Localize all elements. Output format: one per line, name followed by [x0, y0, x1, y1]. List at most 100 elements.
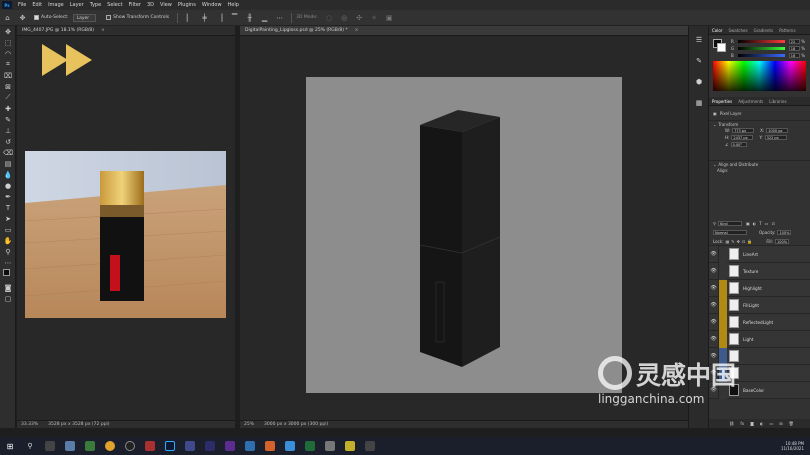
- menu-edit[interactable]: Edit: [29, 2, 45, 8]
- document-tab-painting[interactable]: DigitalPainting_Lipgloss.psd @ 25% (RGB/…: [240, 26, 688, 36]
- layer-row[interactable]: 👁 Texture: [709, 262, 810, 280]
- eyedropper-tool-icon[interactable]: ⟋: [0, 92, 16, 103]
- menu-file[interactable]: File: [15, 2, 29, 8]
- color-spectrum[interactable]: [713, 61, 806, 91]
- document-tab-photo[interactable]: IMG_4407.JPG @ 18.1% (RGB/8) ×: [17, 26, 235, 36]
- menu-3d[interactable]: 3D: [144, 2, 157, 8]
- blue-value[interactable]: 16: [788, 53, 801, 58]
- close-icon[interactable]: ×: [99, 28, 107, 33]
- align-bottom-icon[interactable]: ▁: [260, 13, 269, 22]
- hand-tool-icon[interactable]: ✋: [0, 235, 16, 246]
- painting-canvas[interactable]: [306, 77, 622, 393]
- auto-select-dropdown[interactable]: Layer: [72, 13, 97, 22]
- layer-name[interactable]: Light: [743, 337, 753, 342]
- eye-icon[interactable]: 👁: [709, 296, 719, 314]
- search-icon[interactable]: ⚲: [25, 441, 35, 451]
- tab-properties[interactable]: Properties: [709, 99, 735, 104]
- blur-tool-icon[interactable]: 💧: [0, 169, 16, 180]
- layer-name[interactable]: Texture: [743, 269, 758, 274]
- tab-patterns[interactable]: Patterns: [776, 28, 798, 33]
- app-icon[interactable]: [345, 441, 355, 451]
- green-slider[interactable]: [738, 47, 785, 50]
- lasso-tool-icon[interactable]: ◠: [0, 48, 16, 59]
- task-view-icon[interactable]: [45, 441, 55, 451]
- frame-tool-icon[interactable]: ⊠: [0, 81, 16, 92]
- crop-tool-icon[interactable]: ⌧: [0, 70, 16, 81]
- object-select-tool-icon[interactable]: ⌗: [0, 59, 16, 70]
- adjustment-layer-icon[interactable]: ◐: [760, 421, 764, 426]
- kind-filter-dropdown[interactable]: Kind: [717, 221, 742, 226]
- tab-color[interactable]: Color: [709, 28, 725, 33]
- more-options-icon[interactable]: ⋯: [275, 13, 284, 22]
- app-icon[interactable]: [125, 441, 135, 451]
- move-tool-icon[interactable]: ✥: [0, 26, 16, 37]
- show-transform-checkbox[interactable]: [106, 15, 112, 20]
- align-right-icon[interactable]: ▕: [215, 13, 224, 22]
- red-slider[interactable]: [737, 40, 785, 43]
- menu-select[interactable]: Select: [104, 2, 125, 8]
- menu-plugins[interactable]: Plugins: [175, 2, 199, 8]
- chevron-down-icon[interactable]: ⌄: [713, 162, 716, 167]
- app-icon[interactable]: [205, 441, 215, 451]
- add-mask-icon[interactable]: ◙: [750, 421, 754, 426]
- fx-icon[interactable]: fx: [740, 421, 744, 426]
- app-icon[interactable]: [185, 441, 195, 451]
- layer-name[interactable]: ReflectedLight: [743, 320, 773, 325]
- menu-image[interactable]: Image: [45, 2, 67, 8]
- pen-tool-icon[interactable]: ✒: [0, 191, 16, 202]
- app-icon[interactable]: [305, 441, 315, 451]
- zoom-readout[interactable]: 33.33%: [21, 422, 38, 427]
- lock-all-icon[interactable]: 🔒: [747, 239, 752, 244]
- quick-mask-icon[interactable]: ◙: [0, 282, 16, 293]
- chevron-down-icon[interactable]: ⌄: [713, 122, 716, 127]
- 3d-roll-icon[interactable]: ◎: [340, 13, 349, 22]
- align-left-icon[interactable]: ▏: [185, 13, 194, 22]
- layer-name[interactable]: LineArt: [743, 252, 758, 257]
- app-icon[interactable]: [365, 441, 375, 451]
- app-icon[interactable]: [65, 441, 75, 451]
- trash-icon[interactable]: 🗑: [789, 421, 794, 426]
- filter-smart-icon[interactable]: ⊡: [771, 221, 774, 226]
- 3d-orbit-icon[interactable]: ◌: [325, 13, 334, 22]
- type-tool-icon[interactable]: T: [0, 202, 16, 213]
- x-field[interactable]: 1000 px: [766, 128, 789, 133]
- red-value[interactable]: 22: [788, 39, 801, 44]
- app-icon[interactable]: [245, 441, 255, 451]
- eye-icon[interactable]: 👁: [709, 262, 719, 280]
- blend-mode-dropdown[interactable]: Normal: [713, 230, 747, 235]
- menu-window[interactable]: Window: [199, 2, 225, 8]
- lock-pixels-icon[interactable]: ▦: [725, 239, 729, 244]
- tab-libraries[interactable]: Libraries: [766, 99, 789, 104]
- clock-date[interactable]: 11/16/2021: [781, 446, 804, 451]
- healing-brush-icon[interactable]: ✚: [0, 103, 16, 114]
- blue-slider[interactable]: [737, 54, 785, 57]
- eraser-tool-icon[interactable]: ⌫: [0, 147, 16, 158]
- eye-icon[interactable]: 👁: [709, 330, 719, 348]
- filter-adjust-icon[interactable]: ◐: [753, 221, 757, 226]
- layer-row[interactable]: 👁 FillLight: [709, 296, 810, 314]
- auto-select-checkbox[interactable]: [34, 15, 39, 20]
- link-layers-icon[interactable]: ⛓: [729, 421, 734, 426]
- path-select-icon[interactable]: ➤: [0, 213, 16, 224]
- menu-view[interactable]: View: [157, 2, 175, 8]
- fill-field[interactable]: 100%: [775, 238, 790, 244]
- lock-move-icon[interactable]: ✥: [737, 239, 740, 244]
- zoom-tool-icon[interactable]: ⚲: [0, 246, 16, 257]
- start-icon[interactable]: ⊞: [5, 441, 15, 451]
- menu-type[interactable]: Type: [87, 2, 104, 8]
- width-field[interactable]: 773 px: [732, 128, 755, 133]
- color-swatches-icon[interactable]: [0, 268, 16, 282]
- layer-name[interactable]: Highlight: [743, 286, 762, 291]
- app-icon[interactable]: [145, 441, 155, 451]
- app-icon[interactable]: [285, 441, 295, 451]
- history-brush-icon[interactable]: ↺: [0, 136, 16, 147]
- layer-row[interactable]: 👁 ReflectedLight: [709, 313, 810, 331]
- close-icon[interactable]: ×: [353, 28, 361, 33]
- app-icon[interactable]: [265, 441, 275, 451]
- edit-toolbar-icon[interactable]: ⋯: [0, 257, 16, 268]
- new-group-icon[interactable]: ▭: [770, 421, 774, 426]
- background-color-swatch[interactable]: [717, 43, 726, 52]
- app-icon[interactable]: [225, 441, 235, 451]
- clone-stamp-icon[interactable]: ⊥: [0, 125, 16, 136]
- brush-tool-icon[interactable]: ✎: [0, 114, 16, 125]
